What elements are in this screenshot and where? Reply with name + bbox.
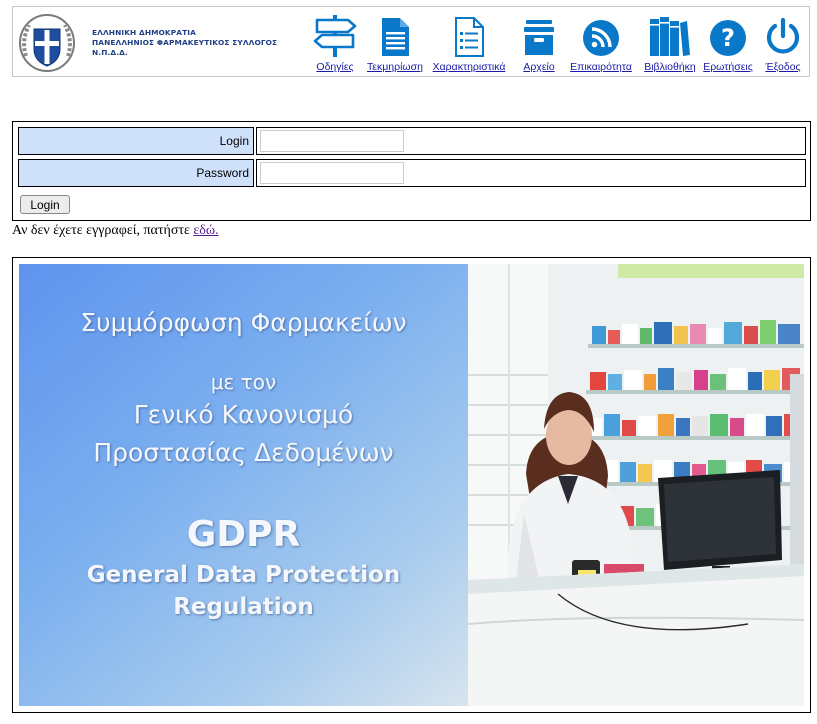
- question-icon: ?: [710, 20, 746, 56]
- nav-exit[interactable]: Έξοδος: [761, 15, 805, 73]
- organization-name: ΕΛΛΗΝΙΚΗ ΔΗΜΟΚΡΑΤΙΑ ΠΑΝΕΛΛΗΝΙΟΣ ΦΑΡΜΑΚΕΥ…: [92, 28, 277, 58]
- password-input-cell: [256, 159, 806, 187]
- power-icon: [766, 17, 800, 54]
- nav-archive[interactable]: Αρχείο: [518, 15, 560, 73]
- books-icon: [650, 17, 690, 56]
- archive-box-icon: [524, 20, 554, 55]
- nav-faq[interactable]: ? Ερωτήσεις: [703, 15, 753, 73]
- nav-exit-label[interactable]: Έξοδος: [761, 61, 805, 73]
- nav-library-label[interactable]: Βιβλιοθήκη: [642, 61, 698, 73]
- banner-text-panel: Συμμόρφωση Φαρμακείων με τον Γενικό Κανο…: [19, 264, 468, 706]
- login-input-cell: [256, 127, 806, 155]
- register-text: Αν δεν έχετε εγγραφεί, πατήστε: [12, 223, 194, 238]
- org-line-3: Ν.Π.Δ.Δ.: [92, 48, 128, 57]
- gdpr-banner-frame: Συμμόρφωση Φαρμακείων με τον Γενικό Κανο…: [12, 257, 811, 713]
- nav-instructions-label[interactable]: Οδηγίες: [310, 61, 360, 73]
- register-link[interactable]: εδώ.: [193, 223, 218, 238]
- checklist-icon: [455, 17, 484, 57]
- nav-documentation-label[interactable]: Τεκμηρίωση: [366, 61, 424, 73]
- banner-line-1: Συμμόρφωση Φαρμακείων: [80, 308, 407, 337]
- org-line-1: ΕΛΛΗΝΙΚΗ ΔΗΜΟΚΡΑΤΙΑ: [92, 28, 196, 37]
- banner-line-7: Regulation: [173, 594, 314, 620]
- nav-features[interactable]: Χαρακτηριστικά: [431, 15, 507, 73]
- gdpr-banner: Συμμόρφωση Φαρμακείων με τον Γενικό Κανο…: [19, 264, 804, 706]
- login-label: Login: [18, 127, 254, 155]
- pharmacy-photo: [468, 264, 804, 706]
- nav-documentation[interactable]: Τεκμηρίωση: [366, 15, 424, 73]
- register-prompt: Αν δεν έχετε εγγραφεί, πατήστε εδώ.: [12, 223, 219, 239]
- rss-icon: [583, 20, 619, 56]
- hellenic-republic-emblem: [19, 14, 75, 72]
- document-icon: [382, 18, 409, 56]
- banner-line-6: General Data Protection: [86, 562, 401, 588]
- banner-line-5: GDPR: [186, 514, 301, 555]
- org-line-2: ΠΑΝΕΛΛΗΝΙΟΣ ΦΑΡΜΑΚΕΥΤΙΚΟΣ ΣΥΛΛΟΓΟΣ: [92, 38, 278, 47]
- signpost-icon: [313, 15, 357, 57]
- nav-news-label[interactable]: Επικαιρότητα: [568, 61, 634, 73]
- svg-text:?: ?: [721, 24, 735, 52]
- login-form: Login Password Login: [12, 121, 811, 221]
- site-header: ΕΛΛΗΝΙΚΗ ΔΗΜΟΚΡΑΤΙΑ ΠΑΝΕΛΛΗΝΙΟΣ ΦΑΡΜΑΚΕΥ…: [12, 6, 810, 77]
- nav-instructions[interactable]: Οδηγίες: [310, 15, 360, 73]
- login-input[interactable]: [260, 130, 404, 152]
- login-button[interactable]: Login: [20, 195, 70, 214]
- password-label: Password: [18, 159, 254, 187]
- nav-news[interactable]: Επικαιρότητα: [568, 15, 634, 73]
- banner-line-4: Προστασίας Δεδομένων: [93, 438, 394, 467]
- password-input[interactable]: [260, 162, 404, 184]
- nav-faq-label[interactable]: Ερωτήσεις: [703, 61, 753, 73]
- banner-line-3: Γενικό Κανονισμό: [133, 400, 354, 429]
- banner-line-2: με τον: [210, 370, 277, 394]
- nav-library[interactable]: Βιβλιοθήκη: [642, 15, 698, 73]
- nav-features-label[interactable]: Χαρακτηριστικά: [431, 61, 507, 73]
- nav-archive-label[interactable]: Αρχείο: [518, 61, 560, 73]
